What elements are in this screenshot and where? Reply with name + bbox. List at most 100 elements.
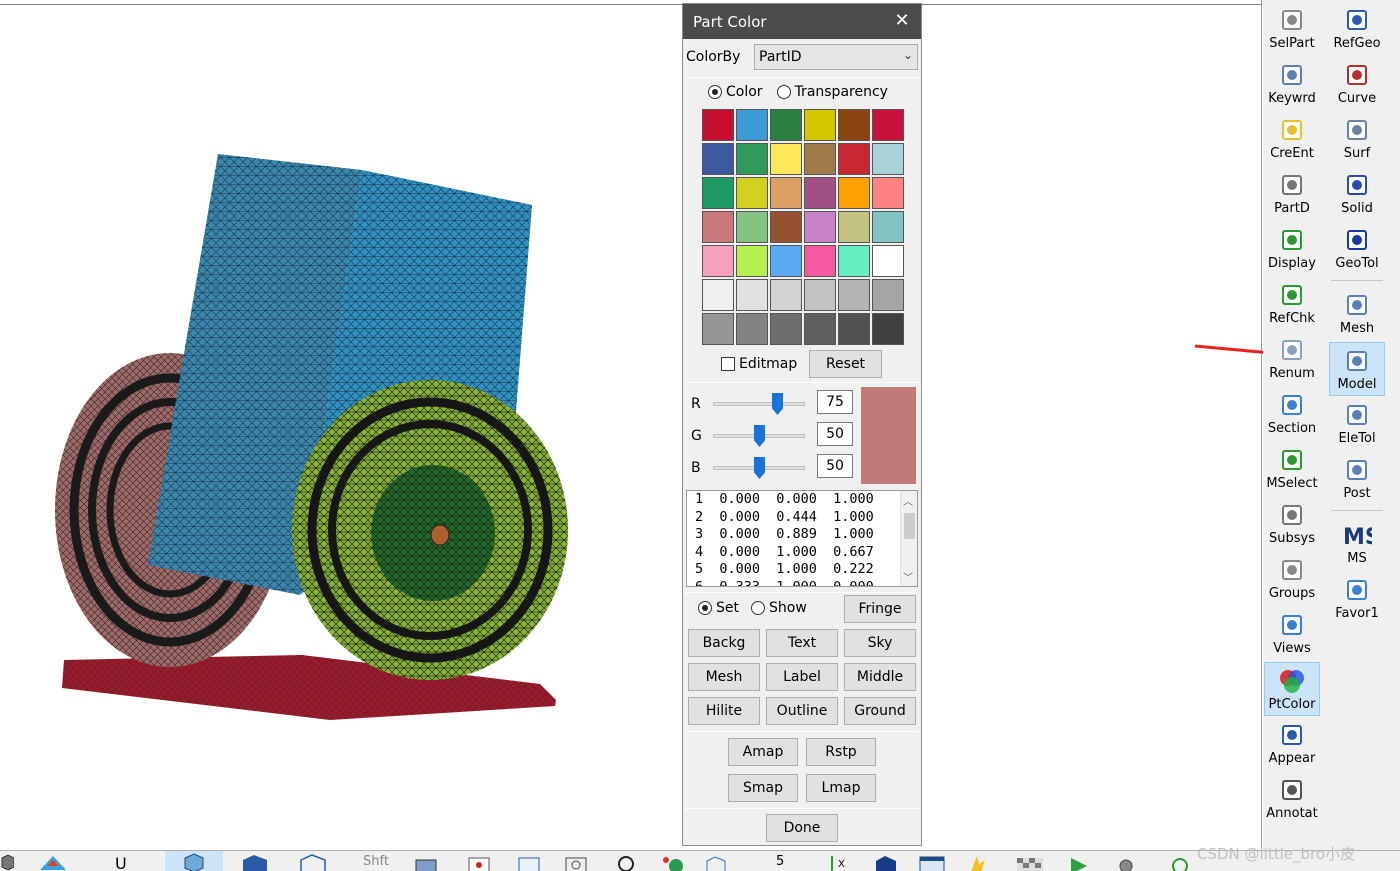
backg-button[interactable]: Backg bbox=[688, 629, 760, 657]
rstp-button[interactable]: Rstp bbox=[806, 738, 876, 766]
color-swatch[interactable] bbox=[838, 109, 870, 141]
text-button[interactable]: Text bbox=[766, 629, 838, 657]
color-swatch[interactable] bbox=[770, 313, 802, 345]
color-swatch[interactable] bbox=[702, 177, 734, 209]
scroll-down-icon[interactable]: ﹀ bbox=[903, 569, 913, 584]
tool-groups[interactable]: Groups bbox=[1264, 552, 1320, 606]
color-swatch[interactable] bbox=[770, 279, 802, 311]
tool-geotol[interactable]: GeoTol bbox=[1329, 222, 1385, 276]
color-swatch[interactable] bbox=[872, 211, 904, 243]
lmap-button[interactable]: Lmap bbox=[806, 774, 876, 802]
b-slider-thumb[interactable] bbox=[754, 457, 765, 479]
colormap-line[interactable]: 4 0.000 1.000 0.667 bbox=[687, 544, 917, 562]
r-slider-thumb[interactable] bbox=[772, 393, 783, 415]
color-swatch[interactable] bbox=[838, 245, 870, 277]
window-icon[interactable] bbox=[918, 854, 948, 871]
colormap-line[interactable]: 3 0.000 0.889 1.000 bbox=[687, 526, 917, 544]
list-scrollbar[interactable]: ︿ ﹀ bbox=[900, 491, 917, 586]
globe-icon[interactable] bbox=[660, 854, 690, 871]
color-swatch[interactable] bbox=[838, 177, 870, 209]
outline-button[interactable]: Outline bbox=[766, 697, 838, 725]
color-swatch[interactable] bbox=[804, 109, 836, 141]
color-swatch[interactable] bbox=[702, 245, 734, 277]
zoom-icon[interactable] bbox=[612, 854, 642, 871]
show-radio[interactable]: Show bbox=[751, 600, 807, 616]
color-swatch[interactable] bbox=[736, 177, 768, 209]
color-swatch[interactable] bbox=[736, 245, 768, 277]
recycle-icon[interactable] bbox=[1168, 854, 1198, 871]
amap-button[interactable]: Amap bbox=[728, 738, 798, 766]
tool-views[interactable]: Views bbox=[1264, 607, 1320, 661]
color-swatch[interactable] bbox=[804, 279, 836, 311]
clip-icon[interactable] bbox=[562, 854, 592, 871]
tool-favor1[interactable]: Favor1 bbox=[1329, 572, 1385, 626]
view-icon[interactable] bbox=[515, 854, 545, 871]
color-swatch[interactable] bbox=[702, 143, 734, 175]
g-slider-thumb[interactable] bbox=[754, 425, 765, 447]
color-swatch[interactable] bbox=[770, 109, 802, 141]
tool-curve[interactable]: Curve bbox=[1329, 57, 1385, 111]
color-swatch[interactable] bbox=[838, 279, 870, 311]
color-swatch[interactable] bbox=[838, 143, 870, 175]
outline-cube-icon[interactable] bbox=[703, 854, 733, 871]
solid-cube-icon[interactable] bbox=[872, 854, 902, 871]
cube-icon[interactable] bbox=[0, 854, 20, 871]
tool-subsys[interactable]: Subsys bbox=[1264, 497, 1320, 551]
b-slider[interactable] bbox=[713, 457, 805, 479]
color-swatch[interactable] bbox=[804, 177, 836, 209]
colormap-list[interactable]: 1 0.000 0.000 1.000 2 0.000 0.444 1.000 3 … bbox=[686, 490, 918, 587]
tool-model[interactable]: Model bbox=[1329, 342, 1385, 396]
color-swatch[interactable] bbox=[702, 313, 734, 345]
color-swatch[interactable] bbox=[770, 177, 802, 209]
dialog-titlebar[interactable]: Part Color ✕ bbox=[683, 4, 921, 39]
fringe-button[interactable]: Fringe bbox=[844, 595, 916, 623]
color-swatch[interactable] bbox=[736, 279, 768, 311]
u-button[interactable]: U bbox=[115, 854, 135, 871]
tool-partd[interactable]: PartD bbox=[1264, 167, 1320, 221]
tool-appear[interactable]: Appear bbox=[1264, 717, 1320, 771]
g-slider[interactable] bbox=[713, 425, 805, 447]
color-swatch[interactable] bbox=[702, 109, 734, 141]
color-radio[interactable]: Color bbox=[708, 84, 763, 100]
color-swatch[interactable] bbox=[804, 211, 836, 243]
tool-renum[interactable]: Renum bbox=[1264, 332, 1320, 386]
colormap-line[interactable]: 2 0.000 0.444 1.000 bbox=[687, 509, 917, 527]
fringe-icon[interactable] bbox=[38, 854, 66, 871]
tool-post[interactable]: Post bbox=[1329, 452, 1385, 506]
node-icon[interactable] bbox=[465, 854, 495, 871]
tool-ms[interactable]: MSMS bbox=[1329, 517, 1385, 571]
color-swatch[interactable] bbox=[736, 211, 768, 243]
color-swatch[interactable] bbox=[838, 211, 870, 243]
color-swatch[interactable] bbox=[804, 313, 836, 345]
tool-section[interactable]: Section bbox=[1264, 387, 1320, 441]
middle-button[interactable]: Middle bbox=[844, 663, 916, 691]
mesh-button[interactable]: Mesh bbox=[688, 663, 760, 691]
checker-icon[interactable] bbox=[1015, 854, 1045, 871]
transparency-radio[interactable]: Transparency bbox=[776, 84, 888, 100]
graphics-viewport[interactable] bbox=[0, 0, 1340, 850]
color-swatch[interactable] bbox=[770, 245, 802, 277]
sky-button[interactable]: Sky bbox=[844, 629, 916, 657]
colormap-line[interactable]: 1 0.000 0.000 1.000 bbox=[687, 491, 917, 509]
tool-mselect[interactable]: MSelect bbox=[1264, 442, 1320, 496]
number-field[interactable]: 5 bbox=[776, 854, 796, 871]
hilite-button[interactable]: Hilite bbox=[688, 697, 760, 725]
color-swatch[interactable] bbox=[702, 211, 734, 243]
tool-display[interactable]: Display bbox=[1264, 222, 1320, 276]
set-radio[interactable]: Set bbox=[698, 600, 739, 616]
color-swatch[interactable] bbox=[736, 109, 768, 141]
play-icon[interactable] bbox=[1065, 854, 1095, 871]
tool-selpart[interactable]: SelPart bbox=[1264, 2, 1320, 56]
g-value-field[interactable]: 50 bbox=[817, 422, 853, 446]
color-swatch[interactable] bbox=[702, 279, 734, 311]
scroll-up-icon[interactable]: ︿ bbox=[903, 493, 913, 508]
color-swatch[interactable] bbox=[872, 313, 904, 345]
color-swatch[interactable] bbox=[872, 109, 904, 141]
colorby-select[interactable]: PartID ⌄ bbox=[754, 44, 918, 70]
smap-button[interactable]: Smap bbox=[728, 774, 798, 802]
tool-surf[interactable]: Surf bbox=[1329, 112, 1385, 166]
colormap-line[interactable]: 5 0.000 1.000 0.222 bbox=[687, 561, 917, 579]
solid-icon[interactable] bbox=[240, 854, 270, 871]
editmap-checkbox[interactable]: Editmap bbox=[721, 356, 797, 372]
shft-label[interactable]: Shft bbox=[363, 854, 393, 871]
